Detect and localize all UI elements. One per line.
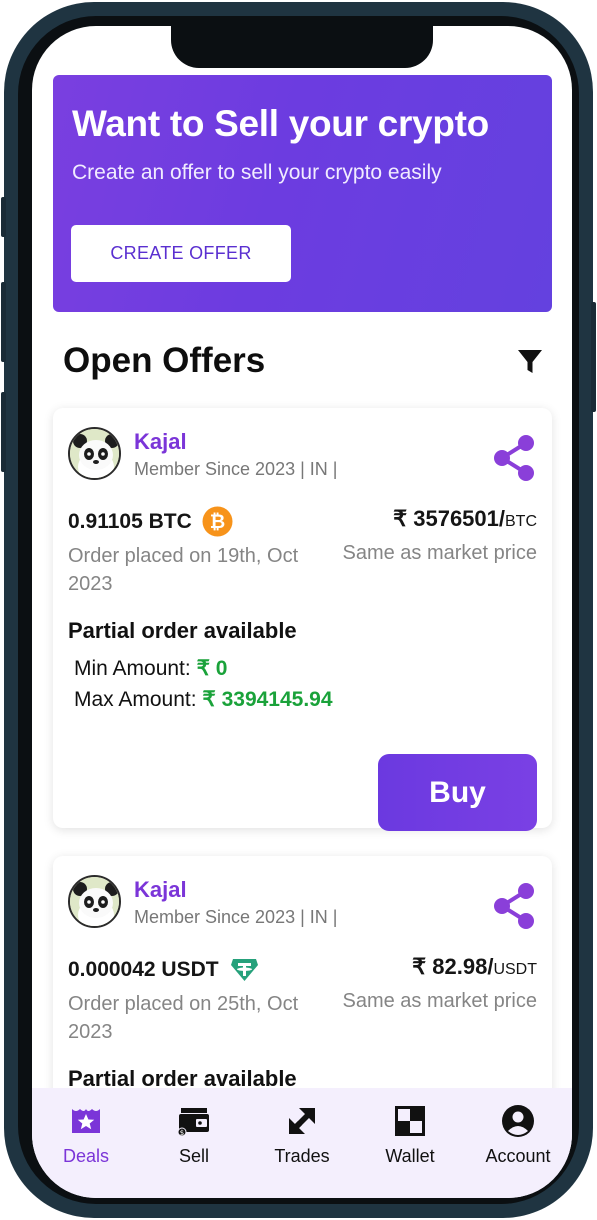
nav-label-deals: Deals (62, 1146, 110, 1166)
wallet-grid-icon (395, 1106, 425, 1136)
order-date: Order placed on 25th, Oct 2023 (68, 993, 299, 1043)
volume-down-button (1, 392, 6, 472)
min-amount-value: ₹ 0 (196, 657, 228, 680)
wallet-sell-icon: $ (177, 1108, 209, 1137)
nav-item-deals[interactable]: Deals (32, 1088, 140, 1198)
price-unit: USDT (493, 961, 537, 978)
banner-title: Want to Sell your crypto (72, 103, 489, 144)
crypto-amount: 0.000042 USDT (68, 954, 260, 985)
price-note: Same as market price (342, 990, 537, 1012)
phone-frame: Want to Sell your crypto Create an offer… (1, 2, 596, 1218)
filter-icon[interactable] (517, 348, 543, 376)
nav-label-wallet: Wallet (385, 1146, 435, 1166)
svg-text:₿: ₿ (210, 511, 225, 533)
deals-star-icon (72, 1109, 100, 1133)
account-icon (502, 1105, 534, 1137)
svg-text:$: $ (180, 1129, 184, 1137)
min-amount-label: Min Amount: (74, 657, 197, 680)
partial-order-label: Partial order available (68, 618, 297, 643)
order-date: Order placed on 19th, Oct 2023 (68, 545, 299, 595)
crypto-amount: 0.91105 BTC ₿ (68, 506, 233, 537)
member-info: Member Since 2023 | IN | (134, 907, 338, 927)
min-amount: Min Amount: ₹ 0 (74, 656, 227, 681)
max-amount: Max Amount: ₹ 3394145.94 (74, 687, 333, 712)
nav-item-sell[interactable]: $ Sell (140, 1088, 248, 1198)
camera-notch (171, 26, 433, 68)
tether-icon (230, 959, 258, 981)
banner-subtitle: Create an offer to sell your crypto easi… (72, 161, 442, 184)
volume-up-button (1, 282, 6, 362)
mute-switch (1, 197, 6, 237)
avatar (68, 875, 121, 928)
offer-price: ₹ 82.98/USDT (412, 954, 537, 980)
price-value: ₹ 82.98/ (412, 954, 494, 979)
price-unit: BTC (505, 513, 537, 530)
crypto-amount-text: 0.000042 USDT (68, 957, 219, 981)
offer-card: Kajal Member Since 2023 | IN | 0.91105 B… (53, 408, 552, 831)
max-amount-label: Max Amount: (74, 688, 203, 711)
buy-button[interactable]: Buy (378, 754, 537, 831)
page-title: Open Offers (63, 341, 266, 380)
member-info: Member Since 2023 | IN | (134, 459, 338, 479)
share-icon[interactable] (491, 433, 537, 483)
user-name[interactable]: Kajal (134, 877, 187, 903)
power-button (591, 302, 596, 412)
share-icon[interactable] (491, 881, 537, 931)
app-screen: Want to Sell your crypto Create an offer… (32, 26, 572, 1198)
crypto-amount-text: 0.91105 BTC (68, 509, 192, 533)
trade-arrows-icon (289, 1108, 315, 1134)
max-amount-value: ₹ 3394145.94 (202, 688, 333, 711)
offer-price: ₹ 3576501/BTC (393, 506, 537, 532)
nav-item-trades[interactable]: Trades (248, 1088, 356, 1198)
nav-label-sell: Sell (178, 1146, 209, 1166)
nav-item-wallet[interactable]: Wallet (356, 1088, 464, 1198)
create-offer-button[interactable]: CREATE OFFER (71, 225, 291, 282)
bottom-nav: Deals $ Sell Trades Wallet Account (32, 1088, 572, 1198)
avatar (68, 427, 121, 480)
nav-label-account: Account (485, 1146, 551, 1166)
nav-label-trades: Trades (274, 1146, 330, 1166)
sell-crypto-banner: Want to Sell your crypto Create an offer… (53, 75, 552, 312)
user-name[interactable]: Kajal (134, 429, 187, 455)
price-note: Same as market price (342, 542, 537, 564)
nav-item-account[interactable]: Account (464, 1088, 572, 1198)
bitcoin-icon: ₿ (202, 506, 233, 537)
price-value: ₹ 3576501/ (393, 506, 505, 531)
